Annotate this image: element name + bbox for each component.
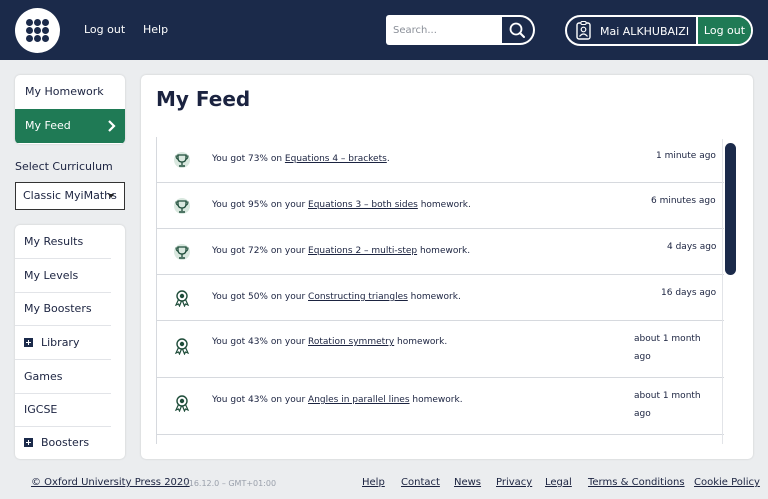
footer-link-contact[interactable]: Contact [401,477,440,488]
feed-homework-link[interactable]: Equations 3 – both sides [308,200,418,210]
version-text: v16.12.0 – GMT+01:00 [184,479,277,488]
feed-text-prefix: You got 50% on your [212,292,309,302]
feed-timestamp: about 1 month ago [634,387,714,423]
page-title: My Feed [156,87,251,111]
search-input[interactable] [388,17,500,43]
feed-text-suffix: homework. [417,246,471,256]
nav-item-igcse[interactable]: IGCSE [15,393,111,427]
feed-text-prefix: You got 95% on your [212,200,309,210]
feed-item: You got 72% on your Equations 2 – multi-… [157,229,724,275]
nav-item-label: IGCSE [24,403,58,416]
feed-timestamp-line: ago [634,409,651,419]
nav-item-label: My Homework [25,85,104,98]
primary-nav: My Homework My Feed [15,75,125,144]
rosette-icon [174,290,190,307]
feed-homework-link[interactable]: Equations 4 – brackets [285,154,387,164]
nav-item-label: My Feed [25,119,71,132]
rosette-icon [174,338,190,355]
feed-text-prefix: You got 43% on your [212,337,309,347]
user-menu: Mai ALKHUBAIZI Log out [565,15,753,46]
nav-item-label: My Boosters [24,302,92,315]
feed-message: You got 95% on your Equations 3 – both s… [212,200,471,210]
nav-item-label: My Results [24,235,84,248]
feed-panel: My Feed You got 73% on Equations 4 – bra… [141,75,753,459]
nav-item-label: Boosters [41,436,90,449]
user-badge-icon [576,21,591,40]
trophy-icon [174,198,190,214]
feed-message: You got 43% on your Rotation symmetry ho… [212,337,447,347]
feed-timestamp: 4 days ago [667,242,717,252]
nav-item-boosters[interactable]: Boosters [15,426,111,459]
top-bar: Log out Help Mai ALKHUBAIZI Log out [0,0,768,60]
feed-homework-link[interactable]: Rotation symmetry [308,337,394,347]
help-link[interactable]: Help [143,23,168,36]
search-icon [509,22,525,38]
nav-item-my-feed[interactable]: My Feed [15,109,125,143]
feed-timestamp-line: about 1 month [634,334,701,344]
feed-item: You got 73% on Equations 4 – brackets. 1… [157,137,724,183]
feed-message: You got 72% on your Equations 2 – multi-… [212,246,470,256]
copyright-link[interactable]: © Oxford University Press 2020 [31,477,190,488]
feed-timestamp: about 1 month ago [634,330,714,366]
trophy-icon [174,244,190,260]
search-button[interactable] [502,17,533,43]
feed-item: You got 95% on your Equations 3 – both s… [157,183,724,229]
feed-item: You got 50% on your Constructing triangl… [157,275,724,321]
nav-item-label: Games [24,370,63,383]
curriculum-label: Select Curriculum [15,160,113,173]
feed-text-prefix: You got 43% on your [212,395,309,405]
feed-homework-link[interactable]: Angles in parallel lines [308,395,410,405]
feed-message: You got 73% on Equations 4 – brackets. [212,154,390,164]
feed-text-suffix: homework. [394,337,448,347]
footer-link-news[interactable]: News [454,477,481,488]
plus-icon[interactable] [24,338,33,347]
feed-list: You got 73% on Equations 4 – brackets. 1… [156,137,738,444]
nav-item-my-homework[interactable]: My Homework [15,75,125,109]
feed-text-suffix: homework. [407,292,461,302]
curriculum-select[interactable]: Classic MyiMaths [15,182,125,210]
feed-timestamp: 6 minutes ago [651,196,716,206]
feed-text-suffix: . [386,154,390,164]
nav-item-my-levels[interactable]: My Levels [15,259,111,293]
nav-item-label: Library [41,336,80,349]
plus-icon[interactable] [24,438,33,447]
nav-item-my-boosters[interactable]: My Boosters [15,292,111,326]
feed-scrollbar[interactable] [725,143,736,275]
footer-link-privacy[interactable]: Privacy [496,477,532,488]
footer-link-legal[interactable]: Legal [545,477,572,488]
feed-timestamp-line: about 1 month [634,391,701,401]
footer-link-cookie-policy[interactable]: Cookie Policy [694,477,760,488]
feed-message: You got 50% on your Constructing triangl… [212,292,461,302]
feed-text-suffix: homework. [417,200,471,210]
rosette-icon [174,395,190,412]
user-name[interactable]: Mai ALKHUBAIZI [600,25,689,38]
footer: © Oxford University Press 2020 v16.12.0 … [0,477,768,491]
footer-link-terms[interactable]: Terms & Conditions [588,477,685,488]
feed-item: You got 43% on your Rotation symmetry ho… [157,321,724,378]
secondary-nav: My Results My Levels My Boosters Library… [15,225,125,459]
feed-text-suffix: homework. [409,395,463,405]
logout-link[interactable]: Log out [84,23,125,36]
nav-item-label: My Levels [24,269,79,282]
feed-text-prefix: You got 73% on [212,154,285,164]
curriculum-selected: Classic MyiMaths [23,189,117,202]
nav-item-my-results[interactable]: My Results [15,225,111,259]
nav-item-library[interactable]: Library [15,326,111,360]
feed-message: You got 43% on your Angles in parallel l… [212,395,463,405]
feed-text-prefix: You got 72% on your [212,246,309,256]
feed-timestamp: 16 days ago [661,288,717,298]
footer-link-help[interactable]: Help [362,477,385,488]
feed-timestamp: 1 minute ago [656,151,716,161]
caret-down-icon [108,194,114,198]
feed-item: You got 43% on your Angles in parallel l… [157,378,724,435]
trophy-icon [174,152,190,168]
feed-homework-link[interactable]: Constructing triangles [308,292,408,302]
grid-dots-icon[interactable] [15,8,60,53]
nav-item-games[interactable]: Games [15,360,111,394]
feed-timestamp-line: ago [634,352,651,362]
chevron-right-icon [108,120,116,132]
feed-homework-link[interactable]: Equations 2 – multi-step [308,246,417,256]
search-box [386,15,535,45]
logout-button[interactable]: Log out [696,17,751,44]
